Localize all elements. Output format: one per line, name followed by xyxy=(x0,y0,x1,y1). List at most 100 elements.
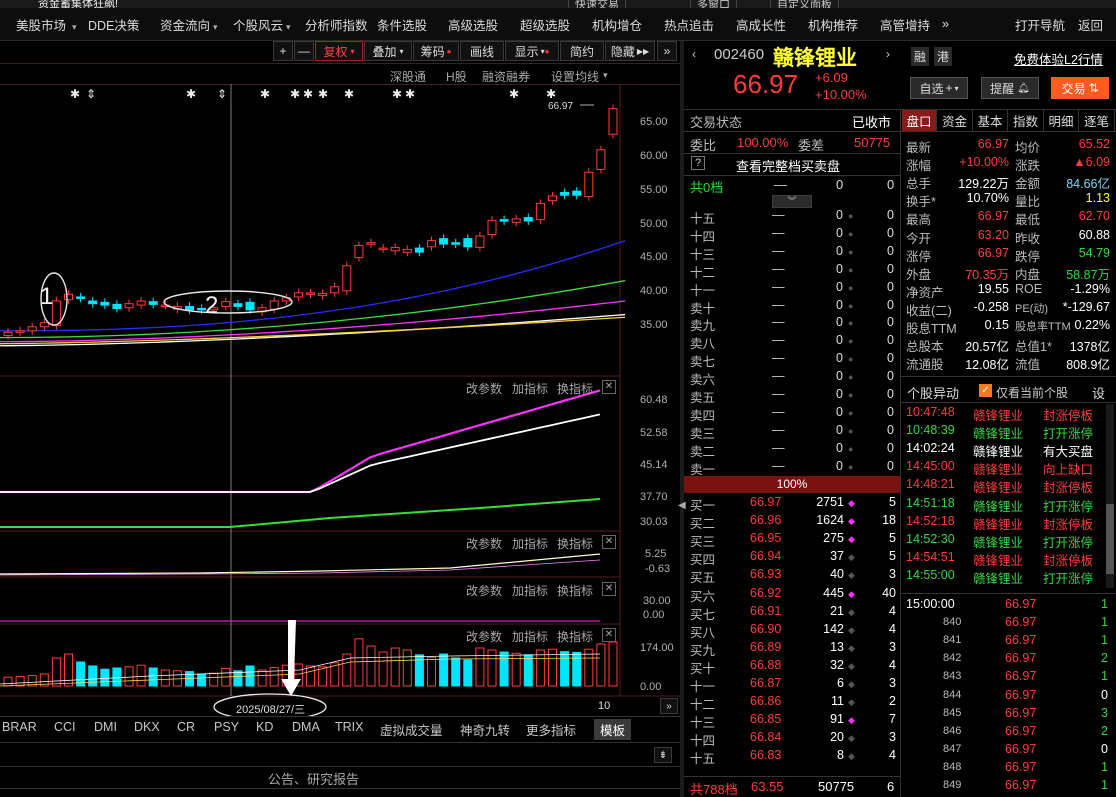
buy-level-row[interactable]: 买八 66.90 142 ◆ 4 xyxy=(684,621,900,640)
anomaly-row[interactable]: 10:48:39 赣锋锂业 打开涨停 xyxy=(901,422,1106,441)
buy-level-row[interactable]: 买二 66.96 1624 ◆ 18 xyxy=(684,512,900,531)
link-h-share[interactable]: H股 xyxy=(446,68,467,85)
buy-level-row[interactable]: 买七 66.91 21 ◆ 4 xyxy=(684,603,900,622)
zoom-in-button[interactable]: + xyxy=(273,41,293,61)
indicator-tab-神奇九转[interactable]: 神奇九转 xyxy=(460,720,510,739)
switch-indicator-link[interactable]: 换指标 xyxy=(557,535,593,552)
switch-indicator-link[interactable]: 换指标 xyxy=(557,582,593,599)
close-panel-icon[interactable]: ✕ xyxy=(602,535,616,549)
simple-button[interactable]: 简约 xyxy=(560,41,604,61)
sell-level-row[interactable]: 卖七 —0 ● 0 xyxy=(684,350,900,369)
kline-chart[interactable]: ✱ ⇕ ✱ ⇕ ✱ ✱ ✱ ✱ ✱ ✱ ✱ ✱ ✱ xyxy=(0,84,682,716)
add-indicator-link[interactable]: 加指标 xyxy=(512,582,548,599)
buy-level-row[interactable]: 买九 66.89 13 ◆ 3 xyxy=(684,639,900,658)
menu-dde[interactable]: DDE决策 xyxy=(88,15,139,34)
sell-level-row[interactable]: 十三 —0 ● 0 xyxy=(684,243,900,262)
add-indicator-link[interactable]: 加指标 xyxy=(512,380,548,397)
menu-advanced-select[interactable]: 高级选股 xyxy=(448,15,498,34)
indicator-tab-brar[interactable]: BRAR xyxy=(2,720,37,734)
indicator-tab-cci[interactable]: CCI xyxy=(54,720,76,734)
link-set-ma[interactable]: 设置均线 xyxy=(551,68,599,85)
sell-level-row[interactable]: 十二 —0 ● 0 xyxy=(684,261,900,280)
close-panel-icon[interactable]: ✕ xyxy=(602,582,616,596)
tab-index[interactable]: 指数 xyxy=(1009,110,1044,131)
tab-basic[interactable]: 基本 xyxy=(973,110,1008,131)
tab-fund[interactable]: 资金 xyxy=(938,110,973,131)
help-icon[interactable]: ? xyxy=(691,156,706,170)
add-indicator-link[interactable]: 加指标 xyxy=(512,628,548,645)
add-indicator-link[interactable]: 加指标 xyxy=(512,535,548,552)
menu-hot-topics[interactable]: 热点追击 xyxy=(664,15,714,34)
trade-button[interactable]: 交易 ⇅ xyxy=(1051,77,1109,99)
close-panel-icon[interactable]: ✕ xyxy=(602,628,616,642)
indicator-tab-dma[interactable]: DMA xyxy=(292,720,320,734)
menu-fund-flow[interactable]: 资金流向 xyxy=(160,15,210,34)
tab-pankou[interactable]: 盘口 xyxy=(902,110,937,131)
edit-params-link[interactable]: 改参数 xyxy=(466,535,502,552)
indicator-tab-psy[interactable]: PSY xyxy=(214,720,239,734)
buy-level-row[interactable]: 买三 66.95 275 ◆ 5 xyxy=(684,530,900,549)
forward-arrow-icon[interactable]: › xyxy=(886,47,890,61)
multi-window-button[interactable]: 多窗口 xyxy=(690,0,737,8)
l2-trial-link[interactable]: 免费体验L2行情 xyxy=(1014,49,1103,68)
chips-button[interactable]: 筹码 ● xyxy=(413,41,459,61)
announcement-bar[interactable]: 公告、研究报告 xyxy=(268,769,359,788)
buy-level-row[interactable]: 买十 66.88 32 ◆ 4 xyxy=(684,657,900,676)
buy-level-row[interactable]: 买四 66.94 37 ◆ 5 xyxy=(684,548,900,567)
buy-level-row[interactable]: 十二 66.86 11 ◆ 2 xyxy=(684,693,900,712)
anomaly-row[interactable]: 14:48:21 赣锋锂业 封涨停板 xyxy=(901,476,1106,495)
menu-more[interactable]: » xyxy=(942,17,949,31)
zoom-out-button[interactable]: — xyxy=(294,41,314,61)
indicator-tab-cr[interactable]: CR xyxy=(177,720,195,734)
custom-panel-button[interactable]: 自定义面板 xyxy=(770,0,839,8)
buy-level-row[interactable]: 买一 66.97 2751 ◆ 5 xyxy=(684,494,900,513)
hide-button[interactable]: 隐藏 ▶▶ xyxy=(605,41,655,61)
overlay-button[interactable]: 叠加 ▾ xyxy=(364,41,412,61)
sell-level-row[interactable]: 十四 —0 ● 0 xyxy=(684,225,900,244)
sell-level-row[interactable]: 十五 —0 ● 0 xyxy=(684,207,900,226)
buy-level-row[interactable]: 十一 66.87 6 ◆ 3 xyxy=(684,675,900,694)
anomaly-row[interactable]: 14:52:30 赣锋锂业 打开涨停 xyxy=(901,531,1106,550)
menu-super-select[interactable]: 超级选股 xyxy=(520,15,570,34)
buy-level-row[interactable]: 十三 66.85 91 ◆ 7 xyxy=(684,711,900,730)
sell-level-row[interactable]: 卖八 —0 ● 0 xyxy=(684,332,900,351)
display-button[interactable]: 显示 ▾ ● xyxy=(505,41,559,61)
expand-button[interactable]: » xyxy=(657,41,677,61)
edit-params-link[interactable]: 改参数 xyxy=(466,380,502,397)
anomaly-row[interactable]: 10:47:48 赣锋锂业 封涨停板 xyxy=(901,404,1106,423)
sell-level-row[interactable]: 卖一 — 0 ● 0 xyxy=(684,458,900,477)
sell-level-row[interactable]: 卖三 —0 ● 0 xyxy=(684,422,900,441)
open-nav-button[interactable]: 打开导航 xyxy=(1015,15,1065,34)
indicator-tab-更多指标[interactable]: 更多指标 xyxy=(526,720,576,739)
sell-level-row[interactable]: 十一 —0 ● 0 xyxy=(684,279,900,298)
edit-params-link[interactable]: 改参数 xyxy=(466,628,502,645)
buy-level-row[interactable]: 十五 66.83 8 ◆ 4 xyxy=(684,747,900,766)
next-page-button[interactable]: » xyxy=(660,698,678,714)
close-panel-icon[interactable]: ✕ xyxy=(602,380,616,394)
back-arrow-icon[interactable]: ‹ xyxy=(692,47,696,61)
buy-level-row[interactable]: 买六 66.92 445 ◆ 40 xyxy=(684,585,900,604)
indicator-tab-模板[interactable]: 模板 xyxy=(594,719,632,740)
anomaly-row[interactable]: 14:51:18 赣锋锂业 打开涨停 xyxy=(901,495,1106,514)
alert-button[interactable]: 提醒 🔔︎ xyxy=(981,77,1039,99)
sell-level-row[interactable]: 卖二 —0 ● 0 xyxy=(684,440,900,459)
indicator-tab-trix[interactable]: TRIX xyxy=(335,720,363,734)
tab-tick[interactable]: 逐笔 xyxy=(1080,110,1115,131)
sell-level-row[interactable]: 卖四 —0 ● 0 xyxy=(684,404,900,423)
indicator-tab-虚拟成交量[interactable]: 虚拟成交量 xyxy=(380,720,443,739)
tab-detail[interactable]: 明细 xyxy=(1044,110,1079,131)
menu-inst-recommend[interactable]: 机构推荐 xyxy=(808,15,858,34)
collapse-icon[interactable]: ⇟ xyxy=(654,747,672,763)
anomaly-row[interactable]: 14:54:51 赣锋锂业 封涨停板 xyxy=(901,549,1106,568)
anomaly-row[interactable]: 14:55:00 赣锋锂业 打开涨停 xyxy=(901,567,1106,586)
switch-indicator-link[interactable]: 换指标 xyxy=(557,628,593,645)
indicator-tab-dmi[interactable]: DMI xyxy=(94,720,117,734)
menu-exec-increase[interactable]: 高管增持 xyxy=(880,15,930,34)
indicator-tab-dkx[interactable]: DKX xyxy=(134,720,160,734)
menu-analyst-index[interactable]: 分析师指数 xyxy=(305,15,368,34)
sell-level-row[interactable]: 卖十 —0 ● 0 xyxy=(684,297,900,316)
indicator-tab-kd[interactable]: KD xyxy=(256,720,273,734)
switch-indicator-link[interactable]: 换指标 xyxy=(557,380,593,397)
buy-level-row[interactable]: 买五 66.93 40 ◆ 3 xyxy=(684,566,900,585)
menu-condition-select[interactable]: 条件选股 xyxy=(377,15,427,34)
